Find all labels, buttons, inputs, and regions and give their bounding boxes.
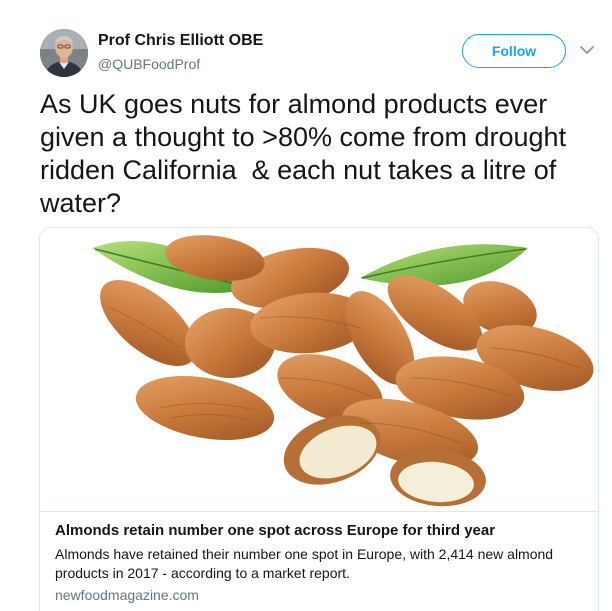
chevron-down-icon[interactable]: [577, 40, 597, 60]
card-image[interactable]: [40, 228, 598, 511]
user-handle[interactable]: @QUBFoodProf: [98, 56, 200, 72]
display-name[interactable]: Prof Chris Elliott OBE: [98, 32, 263, 50]
avatar[interactable]: [40, 29, 88, 77]
profile-photo-icon: [40, 29, 88, 77]
tweet-header: Prof Chris Elliott OBE @QUBFoodProf Foll…: [0, 0, 612, 90]
card-body[interactable]: Almonds retain number one spot across Eu…: [40, 511, 598, 611]
follow-button[interactable]: Follow: [462, 34, 566, 68]
card-domain[interactable]: newfoodmagazine.com: [55, 587, 199, 603]
card-description: Almonds have retained their number one s…: [55, 546, 554, 581]
link-card[interactable]: Almonds retain number one spot across Eu…: [39, 227, 599, 611]
almonds-photo-icon: [92, 235, 594, 507]
card-title[interactable]: Almonds retain number one spot across Eu…: [55, 522, 495, 539]
tweet-text: As UK goes nuts for almond products ever…: [40, 89, 574, 218]
